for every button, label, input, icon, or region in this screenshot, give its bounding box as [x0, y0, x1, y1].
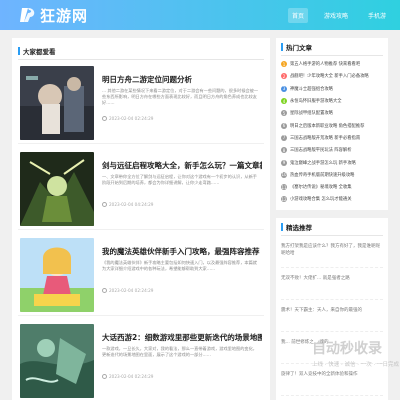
hot-article-title[interactable]: 《塞尔达传说》秘境攻略 全收集 — [290, 184, 352, 190]
rank-badge: 12 — [281, 196, 287, 203]
section-accent-bar — [281, 222, 283, 231]
article-thumbnail[interactable] — [20, 238, 94, 312]
article-date-text: 2023-02-04 02:24:29 — [109, 288, 154, 293]
hot-article-title[interactable]: 永恒岛怀旧服手游攻略大全 — [290, 98, 342, 104]
watermark: 自动秒收录 上线 · 快速 · 诚信 · 一次 · 一日完成 — [312, 338, 400, 378]
article-date: 2023-02-04 04:24:29 — [102, 202, 153, 207]
rank-badge: 9 — [281, 159, 287, 166]
rank-badge: 7 — [281, 134, 287, 141]
rank-badge: 5 — [281, 110, 287, 117]
watermark-subtext: 上线 · 快速 · 诚信 · 一次 · 一日完成 — [312, 362, 399, 368]
article-date-text: 2023-02-04 02:24:29 — [109, 116, 154, 121]
site-logo[interactable]: 狂游网 — [18, 3, 88, 27]
nav-home[interactable]: 首页 — [287, 7, 308, 23]
hot-article-item[interactable]: 3 神魔斗士超强组合攻略 — [281, 83, 383, 95]
article-summary: 一款游戏，一旦长久，大家对，我的看法，那么一直带着游戏，游戏里地图的变化，更新迭… — [102, 346, 257, 357]
hot-article-item[interactable]: 11 《塞尔达传说》秘境攻略 全收集 — [281, 181, 383, 193]
hot-article-item[interactable]: 4 永恒岛怀旧服手游攻略大全 — [281, 95, 383, 107]
hot-article-item[interactable]: 2 战舰吧！少年攻略大全 新手入门必备攻略 — [281, 70, 383, 82]
hot-article-title[interactable]: 三国志战略版平民玩法 阵容解析 — [290, 147, 352, 153]
rank-badge: 4 — [281, 98, 287, 105]
watermark-text: 自动秒收录 — [312, 341, 382, 357]
game-art-image — [20, 238, 94, 312]
recommended-title: 精选推荐 — [286, 223, 312, 232]
hot-article-title[interactable]: 战舰吧！少年攻略大全 新手入门必备攻略 — [290, 73, 369, 79]
article-title[interactable]: 明日方舟二游定位问题分析 — [102, 74, 262, 85]
hot-article-item[interactable]: 6 明日之后版本新职业攻略 角色搭配推荐 — [281, 119, 383, 131]
clock-icon — [102, 116, 107, 121]
rank-badge: 6 — [281, 122, 287, 129]
article-item[interactable]: 大话西游2：细数游戏里那些更新迭代的场景地图之无言 一款游戏，一旦长久，大家对，… — [18, 320, 264, 400]
article-date-text: 2023-02-04 02:24:29 — [109, 374, 154, 379]
rank-badge: 3 — [281, 85, 287, 92]
article-date: 2023-02-04 02:24:29 — [102, 288, 153, 293]
watermark-logo: 自动秒收录 — [312, 338, 400, 358]
logo-text: 狂游网 — [40, 6, 89, 25]
article-title[interactable]: 我的魔法英雄伙伴新手入门攻略，最强阵容推荐 — [102, 246, 262, 257]
hot-article-title[interactable]: 热血传奇手机版前期快速升级攻略 — [290, 172, 354, 178]
main-content: 大家都爱看 明日方舟二游定位问题分析 ... 其他二游在某些情况下来看二游定位，… — [12, 38, 270, 400]
article-item[interactable]: 我的魔法英雄伙伴新手入门攻略，最强阵容推荐 《我的魔法英雄伙伴》新手攻略主要包括… — [18, 234, 264, 316]
hot-article-title[interactable]: 明日之后版本新职业攻略 角色搭配推荐 — [290, 123, 364, 129]
hot-article-item[interactable]: 8 三国志战略版平民玩法 阵容解析 — [281, 144, 383, 156]
rank-badge: 11 — [281, 184, 287, 191]
article-item[interactable]: 剑与远征启程攻略大全，新手怎么玩？一篇文章教会你！ 一、文章带你全方位了解剑与远… — [18, 148, 264, 230]
article-title[interactable]: 大话西游2：细数游戏里那些更新迭代的场景地图之无言 — [102, 332, 262, 343]
hot-article-title[interactable]: 神魔斗士超强组合攻略 — [290, 86, 333, 92]
section-header: 大家都爱看 — [18, 42, 264, 60]
nav-mobile-games[interactable]: 手机游 — [364, 8, 390, 23]
article-item[interactable]: 明日方舟二游定位问题分析 ... 其他二游在某些情况下来看二游定位，对于二游会有… — [18, 62, 264, 144]
article-date: 2023-02-04 02:24:29 — [102, 116, 153, 121]
site-header: 狂游网 首页 游戏攻略 手机游 — [0, 0, 400, 30]
article-thumbnail[interactable] — [20, 324, 94, 398]
article-thumbnail[interactable] — [20, 66, 94, 140]
article-summary: 《我的魔法英雄伙伴》新手攻略主要包括如何快速入门，以及最强阵容推荐，本篇就为大家… — [102, 260, 257, 271]
hot-article-item[interactable]: 7 三国志战略版开荒攻略 新手必看指南 — [281, 132, 383, 144]
clock-icon — [102, 288, 107, 293]
game-art-image — [20, 324, 94, 398]
nav-guides[interactable]: 游戏攻略 — [320, 8, 352, 23]
section-accent-bar — [281, 42, 283, 51]
hot-article-item[interactable]: 12 小游戏攻略合集 怎么玩才能通关 — [281, 193, 383, 205]
clock-icon — [102, 202, 107, 207]
article-thumbnail[interactable] — [20, 152, 94, 226]
hot-article-title[interactable]: 第五人格手游的人物推荐 快来看看吧 — [290, 61, 360, 67]
rank-badge: 8 — [281, 147, 287, 154]
article-summary: 一、文章带你全方位了解剑与远征启程，让你对这个游戏有一个初步的认识，从新手阶段开… — [102, 174, 257, 185]
rank-badge: 10 — [281, 171, 287, 178]
hot-article-item[interactable]: 9 鬼泣巅峰之战手游怎么玩 新手攻略 — [281, 156, 383, 168]
article-title[interactable]: 剑与远征启程攻略大全，新手怎么玩？一篇文章教会你！ — [102, 160, 262, 171]
recommended-item[interactable]: 我方打架我是应该什么？我方有好了，我是谁呢呢呢哈哈 — [281, 240, 383, 268]
hot-articles-panel: 热门文章 1 第五人格手游的人物推荐 快来看看吧 2 战舰吧！少年攻略大全 新手入门必… — [276, 38, 388, 210]
hot-article-title[interactable]: 星际战甲组队配置攻略 — [290, 110, 333, 116]
hot-article-item[interactable]: 1 第五人格手游的人物推荐 快来看看吧 — [281, 58, 383, 70]
rank-badge: 2 — [281, 73, 287, 80]
article-date: 2023-02-04 02:24:29 — [102, 374, 153, 379]
game-art-image — [20, 152, 94, 226]
hot-article-item[interactable]: 10 热血传奇手机版前期快速升级攻略 — [281, 169, 383, 181]
section-accent-bar — [18, 46, 20, 55]
rank-badge: 1 — [281, 61, 287, 68]
hot-article-title[interactable]: 小游戏攻略合集 怎么玩才能通关 — [290, 196, 352, 202]
game-art-image — [20, 66, 94, 140]
hot-articles-list: 1 第五人格手游的人物推荐 快来看看吧 2 战舰吧！少年攻略大全 新手入门必备攻略 3 神… — [276, 56, 388, 208]
main-nav: 首页 游戏攻略 手机游 — [276, 0, 390, 30]
recommended-item[interactable]: 震术！天下霸主：天人，来自你的最强的 — [281, 304, 383, 332]
hot-articles-title: 热门文章 — [286, 43, 312, 52]
recommended-header: 精选推荐 — [281, 218, 383, 236]
recommended-item[interactable]: 无双不败！大佬扩... 就是强者之路 — [281, 272, 383, 300]
article-date-text: 2023-02-04 04:24:29 — [109, 202, 154, 207]
hot-articles-header: 热门文章 — [281, 38, 383, 56]
section-title: 大家都爱看 — [23, 47, 56, 56]
logo-icon — [20, 8, 35, 22]
hot-article-item[interactable]: 5 星际战甲组队配置攻略 — [281, 107, 383, 119]
clock-icon — [102, 374, 107, 379]
hot-article-title[interactable]: 鬼泣巅峰之战手游怎么玩 新手攻略 — [290, 160, 356, 166]
hot-article-title[interactable]: 三国志战略版开荒攻略 新手必看指南 — [290, 135, 360, 141]
article-summary: ... 其他二游在某些情况下来看二游定位，对于二游会有一些问题的，很多时候会被一… — [102, 88, 259, 105]
